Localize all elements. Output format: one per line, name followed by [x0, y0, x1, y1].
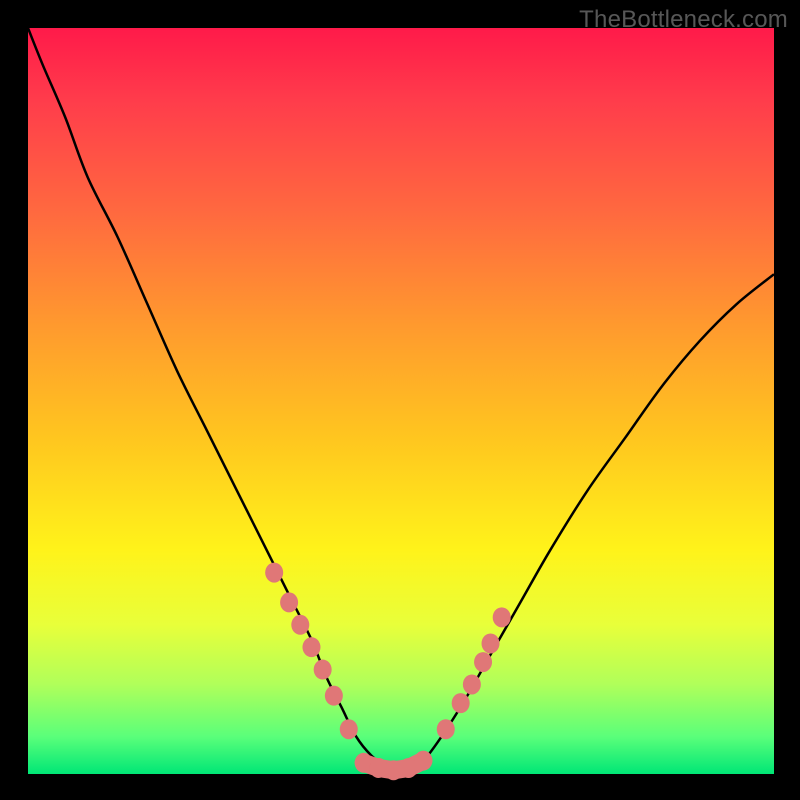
bottleneck-curve-path — [28, 28, 774, 770]
data-marker — [437, 719, 455, 739]
data-marker — [325, 686, 343, 706]
data-marker — [314, 660, 332, 680]
data-marker — [493, 607, 511, 627]
data-marker — [302, 637, 320, 657]
marker-cluster-bottom — [355, 751, 433, 781]
data-marker — [452, 693, 470, 713]
data-marker — [265, 563, 283, 583]
marker-cluster-right — [437, 607, 511, 739]
chart-container: TheBottleneck.com — [0, 0, 800, 800]
data-marker — [414, 751, 432, 771]
data-marker — [340, 719, 358, 739]
data-marker — [280, 592, 298, 612]
data-marker — [463, 674, 481, 694]
bottleneck-curve-svg — [28, 28, 774, 774]
plot-area — [28, 28, 774, 774]
data-marker — [291, 615, 309, 635]
data-marker — [482, 633, 500, 653]
data-marker — [474, 652, 492, 672]
